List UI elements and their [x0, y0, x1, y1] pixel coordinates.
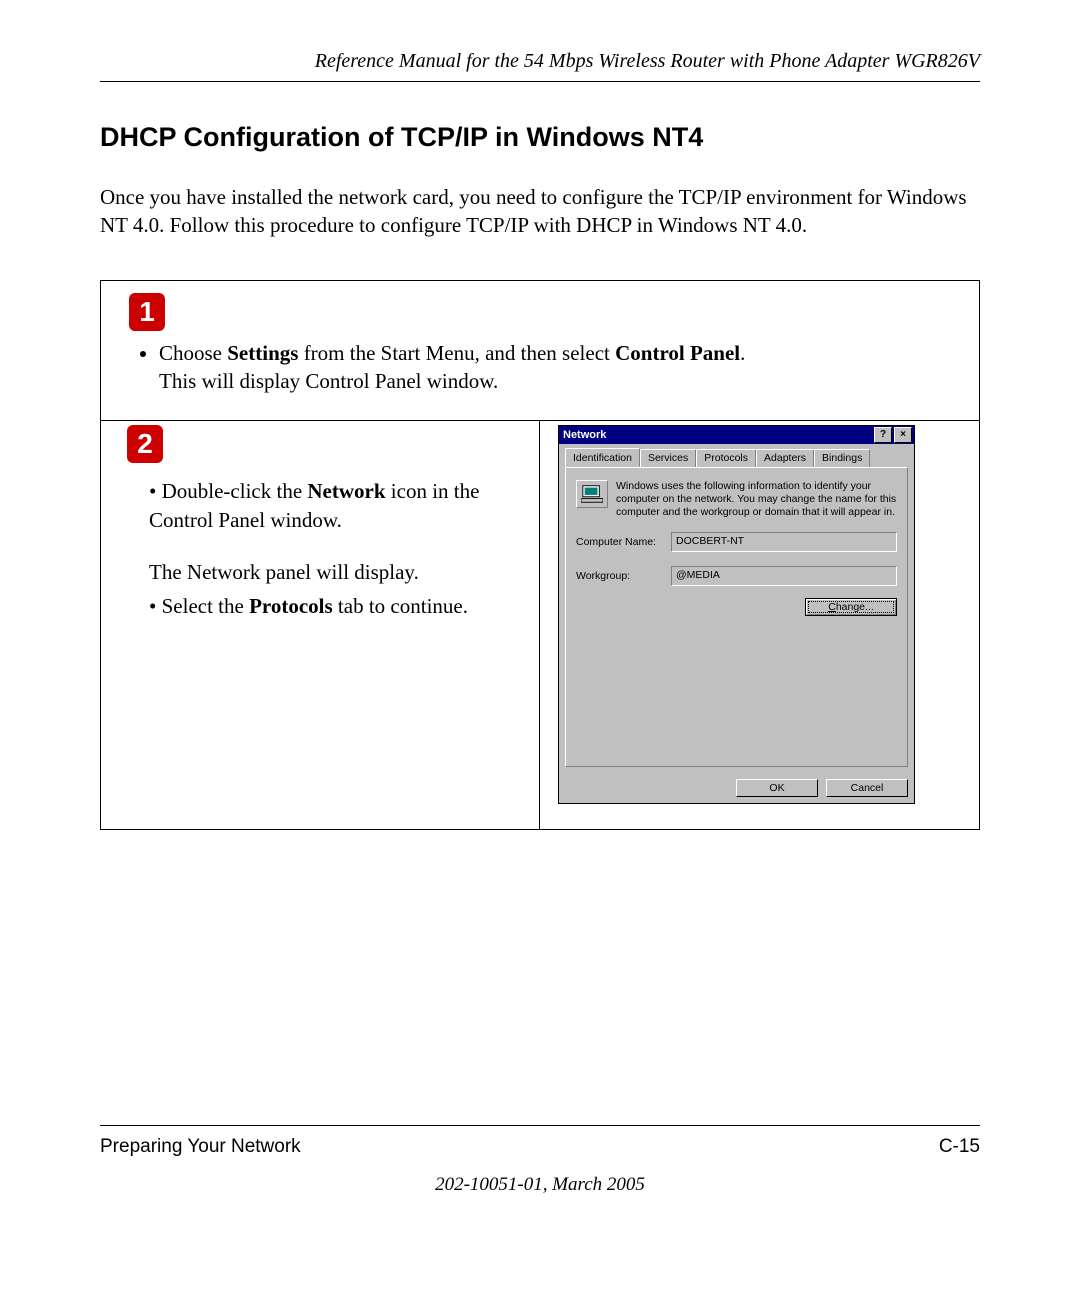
- workgroup-field: @MEDIA: [671, 566, 897, 586]
- dialog-titlebar[interactable]: Network ? ×: [559, 426, 914, 444]
- change-button[interactable]: Change...: [805, 598, 897, 616]
- footer-docid: 202-10051-01, March 2005: [100, 1174, 980, 1196]
- tab-services[interactable]: Services: [640, 449, 696, 468]
- footer-page-number: C-15: [939, 1136, 980, 1158]
- bold: Protocols: [249, 594, 333, 618]
- text: tab to continue.: [333, 594, 468, 618]
- cancel-button[interactable]: Cancel: [826, 779, 908, 797]
- network-dialog: Network ? × Identification Services Prot…: [558, 425, 915, 804]
- step-badge-2: 2: [127, 425, 163, 463]
- dialog-title: Network: [563, 429, 606, 441]
- bold: Settings: [227, 341, 298, 365]
- step-1: 1 Choose Settings from the Start Menu, a…: [101, 281, 979, 422]
- step2-bullet1: • Double-click the Network icon in the C…: [149, 477, 521, 534]
- step2-paragraph: The Network panel will display.: [149, 558, 521, 586]
- identification-description: Windows uses the following information t…: [616, 480, 897, 518]
- steps-box: 1 Choose Settings from the Start Menu, a…: [100, 280, 980, 831]
- footer-section: Preparing Your Network: [100, 1136, 301, 1158]
- step1-bullet: Choose Settings from the Start Menu, and…: [159, 339, 959, 367]
- step-2-screenshot: Network ? × Identification Services Prot…: [540, 421, 979, 829]
- workgroup-label: Workgroup:: [576, 570, 671, 582]
- bold: Network: [307, 479, 385, 503]
- tab-row: Identification Services Protocols Adapte…: [565, 448, 908, 467]
- ok-button[interactable]: OK: [736, 779, 818, 797]
- computer-icon: [576, 480, 608, 508]
- tab-bindings[interactable]: Bindings: [814, 449, 870, 468]
- intro-paragraph: Once you have installed the network card…: [100, 183, 980, 240]
- step2-bullet2: • Select the Protocols tab to continue.: [149, 592, 521, 620]
- step1-line2: This will display Control Panel window.: [159, 367, 959, 395]
- text: C: [828, 601, 836, 613]
- page-heading: DHCP Configuration of TCP/IP in Windows …: [100, 122, 980, 153]
- text: Double-click the: [162, 479, 308, 503]
- text: Choose: [159, 341, 227, 365]
- close-button[interactable]: ×: [894, 427, 912, 443]
- tab-adapters[interactable]: Adapters: [756, 449, 814, 468]
- tab-protocols[interactable]: Protocols: [696, 449, 756, 468]
- tab-identification[interactable]: Identification: [565, 448, 640, 467]
- text: from the Start Menu, and then select: [298, 341, 615, 365]
- tab-panel: Windows uses the following information t…: [565, 467, 908, 767]
- step-2-row: 2 • Double-click the Network icon in the…: [101, 421, 979, 829]
- dialog-footer: OK Cancel: [559, 773, 914, 803]
- step-badge-1: 1: [129, 293, 165, 331]
- bold: Control Panel: [615, 341, 740, 365]
- computer-name-label: Computer Name:: [576, 536, 671, 548]
- computer-name-field: DOCBERT-NT: [671, 532, 897, 552]
- text: Select the: [162, 594, 249, 618]
- text: hange...: [836, 601, 874, 613]
- running-header: Reference Manual for the 54 Mbps Wireles…: [100, 50, 980, 82]
- text: .: [740, 341, 745, 365]
- step-2-instructions: 2 • Double-click the Network icon in the…: [101, 421, 540, 829]
- help-button[interactable]: ?: [874, 427, 892, 443]
